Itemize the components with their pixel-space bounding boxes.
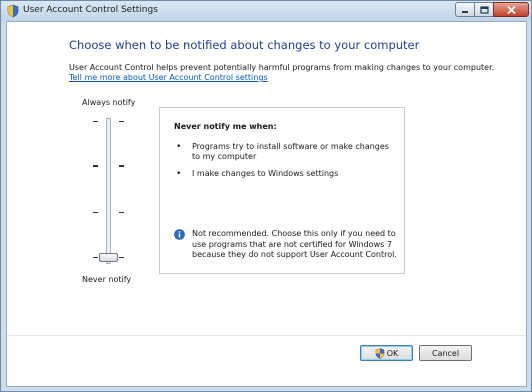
slider-tick — [93, 165, 98, 167]
ok-label: OK — [386, 348, 399, 358]
slider-tick — [93, 257, 98, 258]
slider-thumb[interactable] — [99, 253, 118, 262]
warning-note: Not recommended. Choose this only if you… — [192, 229, 397, 259]
minimize-button[interactable] — [455, 2, 475, 17]
minimize-icon — [462, 10, 468, 13]
uac-settings-window: User Account Control Settings Choose whe… — [0, 0, 532, 392]
window-title: User Account Control Settings — [23, 5, 158, 15]
dialog-content: Choose when to be notified about changes… — [6, 21, 527, 387]
slider-tick — [119, 257, 124, 258]
slider-tick — [119, 165, 124, 167]
bullet-list: Programs try to install software or make… — [174, 142, 396, 186]
level-description-panel: Never notify me when: Programs try to in… — [159, 107, 405, 274]
maximize-button[interactable] — [474, 2, 494, 17]
uac-shield-icon — [375, 347, 384, 359]
maximize-icon — [479, 5, 489, 14]
cancel-label: Cancel — [431, 348, 460, 358]
info-icon — [174, 229, 185, 240]
close-button[interactable] — [493, 2, 529, 17]
list-item: I make changes to Windows settings — [174, 169, 396, 179]
uac-shield-icon — [7, 4, 19, 18]
close-icon — [506, 5, 516, 14]
panel-title: Never notify me when: — [174, 122, 277, 131]
learn-more-link[interactable]: Tell me more about User Account Control … — [69, 73, 268, 82]
page-heading: Choose when to be notified about changes… — [69, 38, 420, 52]
slider-tick — [93, 212, 98, 213]
slider-tick — [119, 121, 124, 122]
slider-top-label: Always notify — [82, 98, 136, 107]
list-item: Programs try to install software or make… — [174, 142, 396, 162]
cancel-button[interactable]: Cancel — [419, 345, 472, 361]
slider-tick — [93, 121, 98, 122]
button-divider — [7, 335, 526, 336]
slider-tick — [119, 212, 124, 213]
ok-button[interactable]: OK — [360, 345, 413, 361]
slider-bottom-label: Never notify — [82, 275, 132, 284]
description-text: User Account Control helps prevent poten… — [69, 63, 495, 72]
notification-level-slider[interactable] — [89, 118, 129, 264]
slider-track[interactable] — [106, 118, 111, 264]
title-bar[interactable]: User Account Control Settings — [1, 1, 531, 21]
